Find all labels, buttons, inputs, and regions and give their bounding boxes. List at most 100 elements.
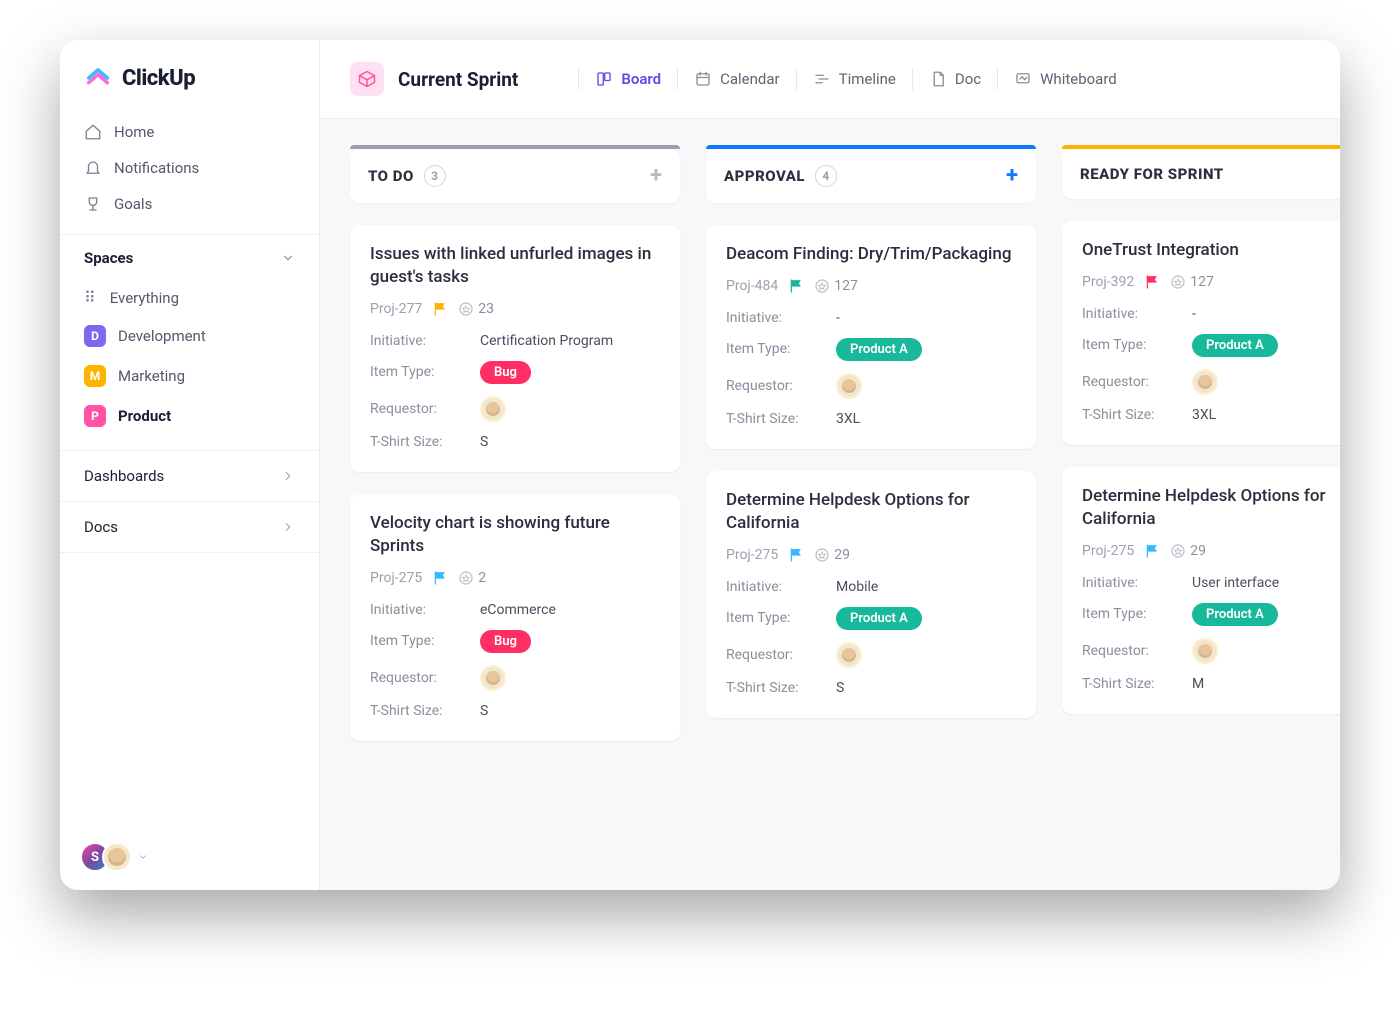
separator <box>912 68 913 90</box>
field-requestor-label: Requestor: <box>1082 643 1178 659</box>
item-type-badge: Product A <box>1192 334 1278 357</box>
home-icon <box>84 123 102 141</box>
tab-calendar[interactable]: Calendar <box>694 70 780 88</box>
field-initiative-value: Certification Program <box>480 333 613 349</box>
task-card[interactable]: Issues with linked unfurled images in gu… <box>350 225 680 472</box>
field-initiative-value: Mobile <box>836 579 878 595</box>
breadcrumb[interactable]: Current Sprint <box>350 62 518 96</box>
separator <box>578 68 579 90</box>
doc-icon <box>929 70 947 88</box>
item-type-badge: Bug <box>480 630 531 653</box>
card-title: Deacom Finding: Dry/Trim/Packaging <box>726 243 1016 266</box>
field-size-value: 3XL <box>1192 407 1216 423</box>
card-title: Determine Helpdesk Options for Californi… <box>726 489 1016 535</box>
project-id: Proj-277 <box>370 301 422 317</box>
item-type-badge: Bug <box>480 361 531 384</box>
field-item-type-label: Item Type: <box>1082 337 1178 353</box>
space-marketing[interactable]: M Marketing <box>74 356 305 396</box>
space-product[interactable]: P Product <box>74 396 305 436</box>
sidebar-dashboards[interactable]: Dashboards <box>60 450 319 501</box>
bell-icon <box>84 159 102 177</box>
add-card-button[interactable]: + <box>1006 165 1018 187</box>
space-everything[interactable]: ⠿ Everything <box>74 279 305 316</box>
user-switcher[interactable]: S <box>60 824 319 890</box>
sidebar-docs[interactable]: Docs <box>60 501 319 552</box>
points-chip: 29 <box>1170 543 1206 559</box>
requestor-avatar <box>480 665 506 691</box>
nav-goals-label: Goals <box>114 195 152 213</box>
tab-whiteboard[interactable]: Whiteboard <box>1014 70 1117 88</box>
field-size-value: M <box>1192 676 1204 692</box>
points-chip: 127 <box>814 278 858 294</box>
task-card[interactable]: Deacom Finding: Dry/Trim/Packaging Proj-… <box>706 225 1036 449</box>
task-card[interactable]: Velocity chart is showing future Sprints… <box>350 494 680 741</box>
space-label: Marketing <box>118 367 185 385</box>
spaces-header[interactable]: Spaces <box>60 234 319 277</box>
project-id: Proj-484 <box>726 278 778 294</box>
view-tabs: Board Calendar Timeline Doc <box>562 68 1116 90</box>
item-type-badge: Product A <box>836 607 922 630</box>
card-title: OneTrust Integration <box>1082 239 1340 262</box>
field-initiative-label: Initiative: <box>726 579 822 595</box>
field-initiative-value: - <box>836 310 840 326</box>
calendar-icon <box>694 70 712 88</box>
task-card[interactable]: Determine Helpdesk Options for Californi… <box>1062 467 1340 714</box>
item-type-badge: Product A <box>836 338 922 361</box>
column-header[interactable]: READY FOR SPRINT <box>1062 149 1340 199</box>
field-size-label: T-Shirt Size: <box>726 680 822 696</box>
board-column: APPROVAL 4+ Deacom Finding: Dry/Trim/Pac… <box>706 149 1036 763</box>
field-size-label: T-Shirt Size: <box>370 434 466 450</box>
separator <box>677 68 678 90</box>
task-card[interactable]: Determine Helpdesk Options for Californi… <box>706 471 1036 718</box>
space-development[interactable]: D Development <box>74 316 305 356</box>
field-item-type-label: Item Type: <box>370 633 466 649</box>
field-initiative-label: Initiative: <box>370 602 466 618</box>
add-card-button[interactable]: + <box>650 165 662 187</box>
flag-icon <box>432 301 448 317</box>
tab-label: Timeline <box>839 70 896 88</box>
card-meta: Proj-275 29 <box>1082 543 1340 559</box>
board-icon <box>595 70 613 88</box>
card-meta: Proj-392 127 <box>1082 274 1340 290</box>
project-id: Proj-275 <box>1082 543 1134 559</box>
column-header[interactable]: APPROVAL 4+ <box>706 149 1036 203</box>
tab-board[interactable]: Board <box>595 70 661 88</box>
page-title: Current Sprint <box>398 68 518 91</box>
brand[interactable]: ClickUp <box>60 40 319 110</box>
field-requestor-label: Requestor: <box>370 401 466 417</box>
points-chip: 23 <box>458 301 494 317</box>
requestor-avatar <box>1192 638 1218 664</box>
kanban-board: TO DO 3+ Issues with linked unfurled ima… <box>320 119 1340 890</box>
points-value: 127 <box>1190 274 1214 290</box>
trophy-icon <box>84 195 102 213</box>
primary-nav: Home Notifications Goals <box>60 110 319 234</box>
everything-icon: ⠿ <box>84 288 98 307</box>
space-letter-icon: D <box>84 325 106 347</box>
tab-doc[interactable]: Doc <box>929 70 981 88</box>
column-header[interactable]: TO DO 3+ <box>350 149 680 203</box>
card-meta: Proj-484 127 <box>726 278 1016 294</box>
field-item-type-label: Item Type: <box>1082 606 1178 622</box>
space-label: Development <box>118 327 206 345</box>
nav-notifications[interactable]: Notifications <box>74 150 305 186</box>
caret-down-icon <box>138 852 148 862</box>
field-item-type-label: Item Type: <box>370 364 466 380</box>
task-card[interactable]: OneTrust Integration Proj-392 127 Initia… <box>1062 221 1340 445</box>
flag-icon <box>432 570 448 586</box>
field-initiative-value: - <box>1192 306 1196 322</box>
column-count: 4 <box>815 165 837 187</box>
main: Current Sprint Board Calendar Timeline <box>320 40 1340 890</box>
sidebar: ClickUp Home Notifications Goals Spaces … <box>60 40 320 890</box>
nav-goals[interactable]: Goals <box>74 186 305 222</box>
secondary-user-avatar <box>102 842 132 872</box>
field-size-value: S <box>836 680 844 696</box>
tab-label: Calendar <box>720 70 780 88</box>
field-initiative-label: Initiative: <box>1082 575 1178 591</box>
cube-icon <box>350 62 384 96</box>
nav-home[interactable]: Home <box>74 114 305 150</box>
separator <box>796 68 797 90</box>
space-letter-icon: P <box>84 405 106 427</box>
column-count: 3 <box>424 165 446 187</box>
tab-timeline[interactable]: Timeline <box>813 70 896 88</box>
points-value: 29 <box>834 547 850 563</box>
